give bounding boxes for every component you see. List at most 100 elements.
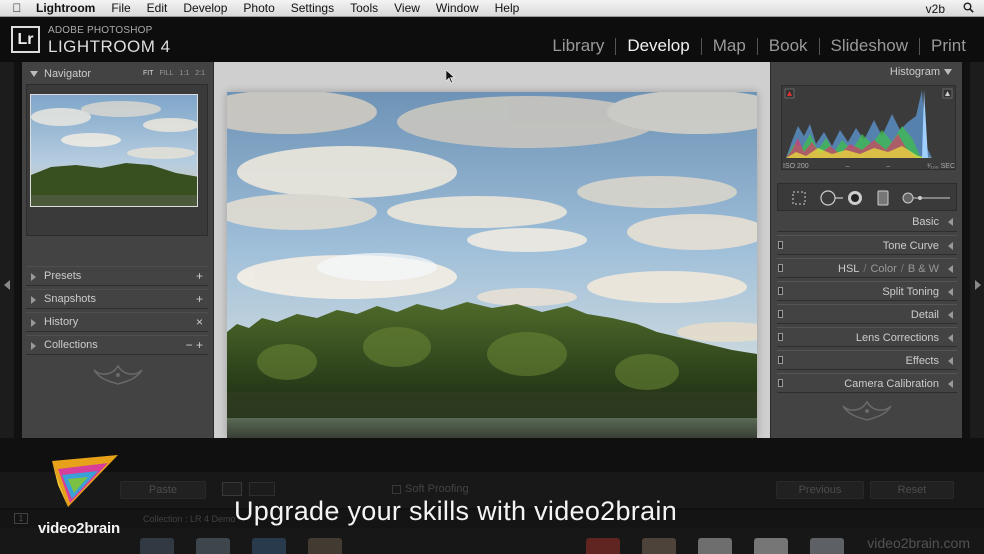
module-book[interactable]: Book [769, 36, 808, 56]
add-preset-icon[interactable]: + [196, 269, 203, 283]
watermark: video2brain.com [867, 535, 970, 551]
right-panel: Histogram ISO 200 – – ¹⁄₁₀₀ SEC Basic To… [770, 62, 962, 438]
panel-detail[interactable]: Detail [777, 304, 957, 324]
tab-hsl[interactable]: HSL [838, 263, 859, 275]
zoom-fit[interactable]: FIT [143, 70, 154, 77]
panel-basic[interactable]: Basic [777, 212, 957, 232]
tab-bw[interactable]: B & W [908, 263, 939, 275]
expand-triangle-icon [948, 242, 953, 250]
panel-switch-icon[interactable] [778, 356, 783, 364]
iso-readout: ISO 200 [783, 163, 809, 170]
zoom-2-1[interactable]: 2:1 [195, 70, 205, 77]
panel-end-ornament-icon [93, 364, 143, 385]
panel-snapshots[interactable]: Snapshots + [26, 289, 208, 309]
panel-end-ornament-icon [842, 400, 892, 421]
module-print[interactable]: Print [931, 36, 966, 56]
panel-camera-calibration[interactable]: Camera Calibration [777, 373, 957, 393]
expand-triangle-icon [948, 218, 953, 226]
menu-window[interactable]: Window [428, 1, 487, 15]
collapse-triangle-icon [30, 71, 38, 77]
identity-plate-header: Lr ADOBE PHOTOSHOP LIGHTROOM 4 Library D… [0, 18, 984, 62]
red-eye-icon[interactable] [846, 189, 864, 207]
system-menu-bar:  Lightroom File Edit Develop Photo Sett… [0, 0, 984, 17]
brand-line1: ADOBE PHOTOSHOP [48, 25, 153, 36]
video2brain-logo-icon [52, 455, 118, 507]
menu-help[interactable]: Help [487, 1, 528, 15]
panel-switch-icon[interactable] [778, 310, 783, 318]
image-canvas[interactable] [214, 62, 770, 438]
module-map[interactable]: Map [713, 36, 746, 56]
history-label: History [44, 316, 79, 328]
spot-removal-icon[interactable] [818, 189, 844, 207]
mouse-cursor-icon [446, 70, 455, 84]
expand-triangle-icon [948, 311, 953, 319]
menu-edit[interactable]: Edit [139, 1, 176, 15]
develop-tool-strip [777, 183, 957, 211]
histogram-graph[interactable] [781, 85, 956, 170]
menu-tools[interactable]: Tools [342, 1, 386, 15]
tab-color[interactable]: Color [870, 263, 896, 275]
panel-split-toning[interactable]: Split Toning [777, 281, 957, 301]
apple-menu-icon[interactable]:  [0, 1, 34, 15]
panel-effects[interactable]: Effects [777, 350, 957, 370]
adjustment-brush-icon[interactable] [900, 189, 952, 207]
navigator-thumbnail[interactable] [30, 94, 198, 207]
video2brain-wordmark: video2brain [38, 520, 120, 537]
add-snapshot-icon[interactable]: + [196, 292, 203, 306]
module-slideshow[interactable]: Slideshow [831, 36, 909, 56]
expand-triangle-icon [948, 288, 953, 296]
histogram-header[interactable]: Histogram [890, 66, 952, 78]
shutter-readout: ¹⁄₁₀₀ SEC [926, 163, 955, 170]
navigator-title: Navigator [44, 68, 92, 80]
expand-triangle-icon [948, 380, 953, 388]
module-develop[interactable]: Develop [627, 36, 689, 56]
menu-settings[interactable]: Settings [283, 1, 342, 15]
lr-logo: Lr [11, 26, 40, 53]
split-toning-label: Split Toning [882, 286, 939, 298]
panel-lens-corrections[interactable]: Lens Corrections [777, 327, 957, 347]
panel-switch-icon[interactable] [778, 287, 783, 295]
collapse-triangle-icon [944, 69, 952, 76]
photo-preview[interactable] [227, 92, 757, 438]
panel-switch-icon[interactable] [778, 379, 783, 387]
left-panel: Navigator FIT FILL 1:1 2:1 Presets + Sna… [22, 62, 214, 438]
expand-triangle-icon [31, 342, 36, 350]
camera-calibration-label: Camera Calibration [844, 378, 939, 390]
crop-overlay-icon[interactable] [790, 189, 808, 207]
graduated-filter-icon[interactable] [874, 189, 892, 207]
focal-readout: – [845, 163, 850, 170]
menu-app-name[interactable]: Lightroom [34, 1, 103, 15]
panel-history[interactable]: History × [26, 312, 208, 332]
right-panel-toggle[interactable] [970, 62, 984, 438]
menu-file[interactable]: File [103, 1, 138, 15]
panel-switch-icon[interactable] [778, 241, 783, 249]
navigator-header[interactable]: Navigator FIT FILL 1:1 2:1 [22, 64, 213, 84]
histogram-info: ISO 200 – – ¹⁄₁₀₀ SEC [783, 163, 955, 170]
expand-triangle-icon [31, 296, 36, 304]
menu-user[interactable]: v2b [926, 2, 945, 16]
left-panel-toggle[interactable] [0, 62, 14, 438]
left-arrow-icon [4, 280, 10, 290]
hsl-tabs: HSL / Color / B & W [838, 263, 939, 275]
spotlight-search-icon[interactable] [963, 2, 974, 16]
panel-switch-icon[interactable] [778, 333, 783, 341]
zoom-fill[interactable]: FILL [160, 70, 174, 77]
expand-triangle-icon [948, 357, 953, 365]
expand-triangle-icon [948, 334, 953, 342]
module-library[interactable]: Library [552, 36, 604, 56]
panel-switch-icon[interactable] [778, 264, 783, 272]
menu-develop[interactable]: Develop [175, 1, 235, 15]
clear-history-icon[interactable]: × [196, 315, 203, 329]
tone-curve-label: Tone Curve [882, 240, 939, 252]
detail-label: Detail [910, 309, 939, 321]
zoom-1-1[interactable]: 1:1 [180, 70, 190, 77]
collection-add-remove-icon[interactable]: − + [186, 338, 203, 352]
panel-tone-curve[interactable]: Tone Curve [777, 235, 957, 255]
menu-view[interactable]: View [386, 1, 428, 15]
panel-presets[interactable]: Presets + [26, 266, 208, 286]
collections-label: Collections [44, 339, 98, 351]
panel-hsl-color-bw[interactable]: HSL / Color / B & W [777, 258, 957, 278]
panel-collections[interactable]: Collections − + [26, 335, 208, 355]
menu-photo[interactable]: Photo [235, 1, 282, 15]
effects-label: Effects [905, 355, 939, 367]
